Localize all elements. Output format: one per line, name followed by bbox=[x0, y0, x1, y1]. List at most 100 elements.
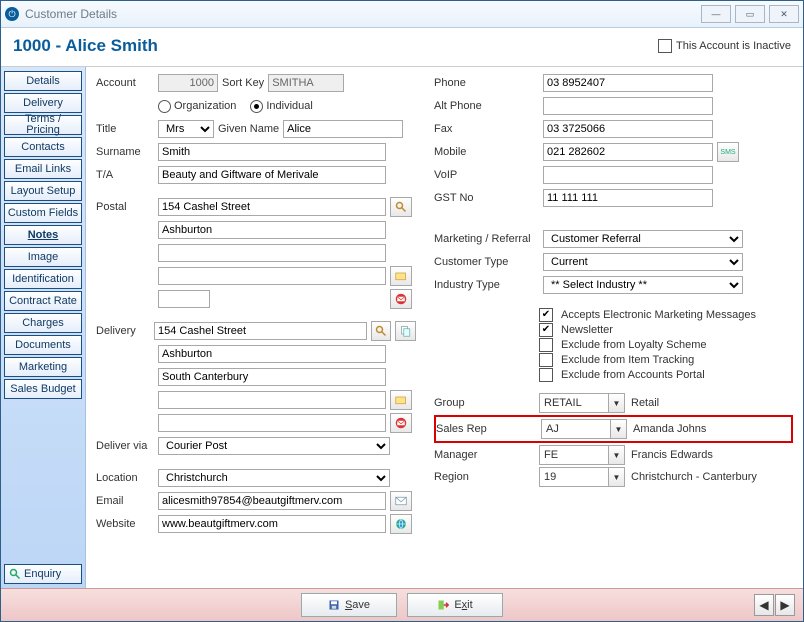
tab-terms-pricing[interactable]: Terms / Pricing bbox=[4, 115, 82, 135]
website-field[interactable] bbox=[158, 515, 386, 533]
type-organization-radio[interactable]: Organization bbox=[158, 100, 236, 113]
exit-button[interactable]: ExExitit bbox=[407, 593, 503, 617]
type-individual-radio[interactable]: Individual bbox=[250, 100, 312, 113]
open-website-button[interactable] bbox=[390, 514, 412, 534]
gst-field[interactable] bbox=[543, 189, 713, 207]
voip-field[interactable] bbox=[543, 166, 713, 184]
delivery-line-3[interactable] bbox=[158, 368, 386, 386]
marketing-select[interactable]: Customer Referral bbox=[543, 230, 743, 248]
deliver-via-select[interactable]: Courier Post bbox=[158, 437, 390, 455]
ta-field[interactable] bbox=[158, 166, 386, 184]
assoc-region-dropdown[interactable]: ▼ bbox=[609, 467, 625, 487]
assoc-region-code[interactable]: 19 bbox=[539, 467, 609, 487]
window-title: Customer Details bbox=[25, 7, 117, 21]
enquiry-button[interactable]: Enquiry bbox=[4, 564, 82, 584]
account-label: Account bbox=[96, 77, 154, 89]
altphone-label: Alt Phone bbox=[434, 100, 539, 112]
search-icon bbox=[9, 568, 21, 580]
email-field[interactable] bbox=[158, 492, 386, 510]
title-label: Title bbox=[96, 123, 154, 135]
maximize-button[interactable]: ▭ bbox=[735, 5, 765, 23]
delivery-email-button[interactable] bbox=[390, 413, 412, 433]
assoc-salesrep-code[interactable]: AJ bbox=[541, 419, 611, 439]
check-itemtracking[interactable] bbox=[539, 353, 553, 367]
mobile-field[interactable] bbox=[543, 143, 713, 161]
check-loyalty-label: Exclude from Loyalty Scheme bbox=[561, 339, 707, 351]
mail-icon bbox=[395, 417, 407, 429]
inactive-checkbox[interactable] bbox=[658, 39, 672, 53]
search-icon bbox=[375, 325, 387, 337]
website-label: Website bbox=[96, 518, 154, 530]
tab-identification[interactable]: Identification bbox=[4, 269, 82, 289]
check-loyalty[interactable] bbox=[539, 338, 553, 352]
postal-code[interactable] bbox=[158, 290, 210, 308]
delivery-line-1[interactable] bbox=[154, 322, 367, 340]
tab-documents[interactable]: Documents bbox=[4, 335, 82, 355]
assoc-group-label: Group bbox=[434, 397, 539, 409]
tab-delivery[interactable]: Delivery bbox=[4, 93, 82, 113]
delivery-line-4[interactable] bbox=[158, 391, 386, 409]
sms-button[interactable]: SMS bbox=[717, 142, 739, 162]
check-newsletter[interactable] bbox=[539, 323, 553, 337]
tab-contacts[interactable]: Contacts bbox=[4, 137, 82, 157]
postal-line-3[interactable] bbox=[158, 244, 386, 262]
close-button[interactable]: ✕ bbox=[769, 5, 799, 23]
sortkey-label: Sort Key bbox=[222, 77, 264, 89]
tab-charges[interactable]: Charges bbox=[4, 313, 82, 333]
phone-field[interactable] bbox=[543, 74, 713, 92]
next-record-button[interactable]: ▶ bbox=[775, 594, 795, 616]
delivery-label: Delivery bbox=[96, 325, 150, 337]
delivery-line-2[interactable] bbox=[158, 345, 386, 363]
postal-line-1[interactable] bbox=[158, 198, 386, 216]
associations: Group RETAIL ▼ Retail Sales Rep AJ ▼ Ama… bbox=[434, 392, 793, 488]
save-button[interactable]: SSaveave bbox=[301, 593, 397, 617]
assoc-group-code[interactable]: RETAIL bbox=[539, 393, 609, 413]
postal-line-2[interactable] bbox=[158, 221, 386, 239]
industry-select[interactable]: ** Select Industry ** bbox=[543, 276, 743, 294]
tab-custom-fields[interactable]: Custom Fields bbox=[4, 203, 82, 223]
mail-icon bbox=[395, 293, 407, 305]
check-emarketing[interactable] bbox=[539, 308, 553, 322]
email-label: Email bbox=[96, 495, 154, 507]
assoc-salesrep-dropdown[interactable]: ▼ bbox=[611, 419, 627, 439]
exit-icon bbox=[437, 599, 449, 611]
postal-line-4[interactable] bbox=[158, 267, 386, 285]
sidebar: Details Delivery Terms / Pricing Contact… bbox=[1, 67, 86, 588]
assoc-manager-dropdown[interactable]: ▼ bbox=[609, 445, 625, 465]
tab-sales-budget[interactable]: Sales Budget bbox=[4, 379, 82, 399]
delivery-lookup-button[interactable] bbox=[371, 321, 392, 341]
location-label: Location bbox=[96, 472, 154, 484]
assoc-region-row: Region 19 ▼ Christchurch - Canterbury bbox=[434, 466, 793, 488]
delivery-line-5[interactable] bbox=[158, 414, 386, 432]
check-accountsportal[interactable] bbox=[539, 368, 553, 382]
tab-layout-setup[interactable]: Layout Setup bbox=[4, 181, 82, 201]
postal-lookup-button[interactable] bbox=[390, 197, 412, 217]
delivery-copy-button[interactable] bbox=[395, 321, 416, 341]
prev-record-button[interactable]: ◀ bbox=[754, 594, 774, 616]
fax-label: Fax bbox=[434, 123, 539, 135]
tab-contract-rate[interactable]: Contract Rate bbox=[4, 291, 82, 311]
tab-marketing[interactable]: Marketing bbox=[4, 357, 82, 377]
altphone-field[interactable] bbox=[543, 97, 713, 115]
folder-icon bbox=[395, 270, 407, 282]
tab-image[interactable]: Image bbox=[4, 247, 82, 267]
customer-type-select[interactable]: Current bbox=[543, 253, 743, 271]
check-itemtracking-label: Exclude from Item Tracking bbox=[561, 354, 694, 366]
check-emarketing-label: Accepts Electronic Marketing Messages bbox=[561, 309, 756, 321]
minimize-button[interactable]: — bbox=[701, 5, 731, 23]
tab-email-links[interactable]: Email Links bbox=[4, 159, 82, 179]
title-select[interactable]: Mrs bbox=[158, 120, 214, 138]
tab-notes[interactable]: Notes bbox=[4, 225, 82, 245]
fax-field[interactable] bbox=[543, 120, 713, 138]
location-select[interactable]: Christchurch bbox=[158, 469, 390, 487]
app-window: ⏻ Customer Details — ▭ ✕ 1000 - Alice Sm… bbox=[0, 0, 804, 622]
delivery-map-button[interactable] bbox=[390, 390, 412, 410]
given-name-field[interactable] bbox=[283, 120, 403, 138]
surname-field[interactable] bbox=[158, 143, 386, 161]
assoc-group-dropdown[interactable]: ▼ bbox=[609, 393, 625, 413]
send-email-button[interactable] bbox=[390, 491, 412, 511]
assoc-manager-code[interactable]: FE bbox=[539, 445, 609, 465]
tab-details[interactable]: Details bbox=[4, 71, 82, 91]
postal-email-button[interactable] bbox=[390, 289, 412, 309]
postal-map-button[interactable] bbox=[390, 266, 412, 286]
